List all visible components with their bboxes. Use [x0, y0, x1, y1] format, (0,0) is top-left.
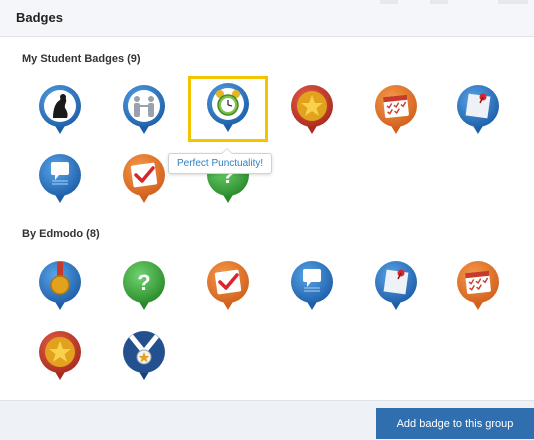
pinned-note-badge-icon[interactable]: [456, 84, 500, 136]
badge-tooltip: Perfect Punctuality!: [168, 148, 273, 174]
header-tab-stub: [498, 0, 528, 4]
speech-bubble-badge-icon[interactable]: [290, 260, 334, 312]
dialog-header: Badges: [0, 0, 534, 37]
question-mark-badge-icon[interactable]: ?: [206, 170, 250, 205]
calendar-checkmarks-badge-icon[interactable]: [456, 260, 500, 312]
header-tab-stub: [380, 0, 398, 4]
gold-star-badge-icon[interactable]: [38, 330, 82, 382]
dialog-title: Badges: [16, 10, 63, 25]
speech-bubble-badge-icon[interactable]: [38, 153, 82, 205]
gold-star-badge-icon[interactable]: [290, 84, 334, 136]
section-title-by-edmodo: By Edmodo (8): [22, 228, 100, 240]
checkmark-badge-icon[interactable]: [206, 260, 250, 312]
thinker-statue-badge-icon[interactable]: [38, 84, 82, 136]
svg-text:?: ?: [137, 270, 150, 295]
calendar-checkmarks-badge-icon[interactable]: [374, 84, 418, 136]
medal-badge-icon[interactable]: [38, 260, 82, 312]
ribbon-medal-badge-icon[interactable]: [122, 330, 166, 382]
team-people-badge-icon[interactable]: [122, 84, 166, 136]
question-mark-badge-icon[interactable]: ?: [122, 260, 166, 312]
add-badge-button[interactable]: Add badge to this group: [376, 408, 534, 439]
selected-badge-highlight: [188, 76, 268, 142]
header-tab-stub: [430, 0, 448, 4]
pinned-note-badge-icon[interactable]: [374, 260, 418, 312]
section-title-student-badges: My Student Badges (9): [22, 53, 141, 65]
checkmark-badge-icon[interactable]: [122, 153, 166, 205]
